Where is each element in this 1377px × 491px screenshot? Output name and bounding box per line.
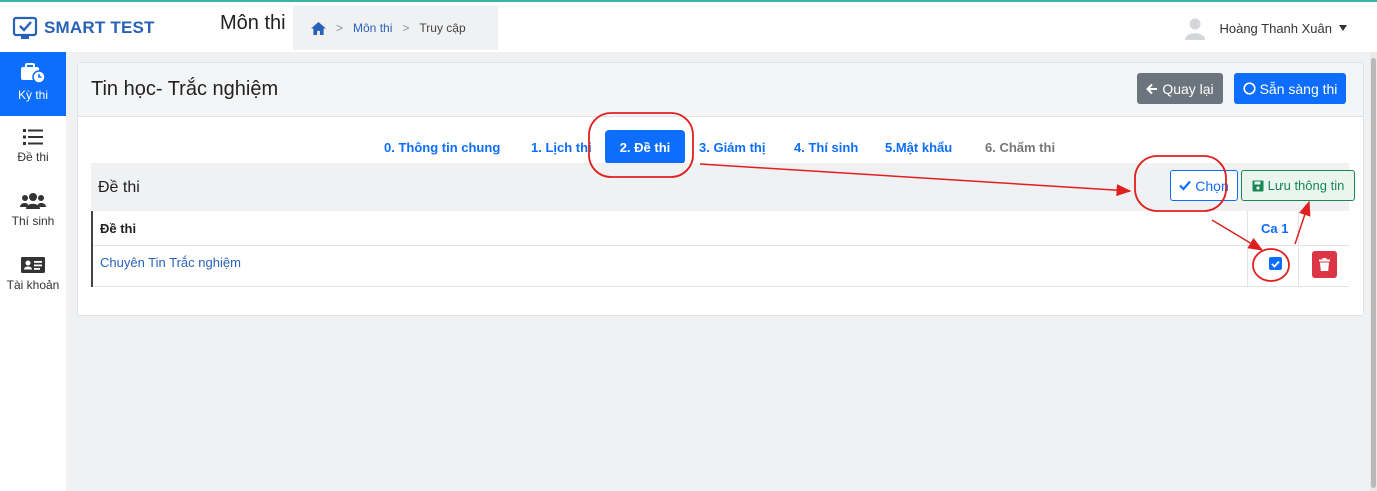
logo-text: SMART TEST <box>44 18 155 37</box>
save-button-label: Lưu thông tin <box>1267 178 1345 193</box>
tab-thong-tin-chung[interactable]: 0. Thông tin chung <box>384 130 500 164</box>
sidebar-item-ky-thi[interactable]: Kỳ thi <box>0 52 66 116</box>
sidebar-item-thi-sinh[interactable]: Thí sinh <box>0 182 66 246</box>
card-header: Tin học- Trắc nghiệm Quay lại Sẵn sàng t… <box>78 63 1363 117</box>
sidebar-item-label: Thí sinh <box>11 214 55 228</box>
column-header-exam: Đề thi <box>100 221 137 236</box>
sidebar: Kỳ thi Đề thi Thí sinh Tài khoản <box>0 52 66 491</box>
save-info-button[interactable]: Lưu thông tin <box>1241 170 1355 201</box>
back-button[interactable]: Quay lại <box>1137 73 1223 104</box>
exam-link[interactable]: Chuyên Tin Trắc nghiệm <box>100 255 241 270</box>
back-button-label: Quay lại <box>1162 80 1214 97</box>
tab-bar: 0. Thông tin chung 1. Lịch thi 2. Đề thi… <box>78 130 1363 166</box>
choose-button[interactable]: Chọn <box>1170 170 1238 201</box>
briefcase-clock-icon <box>21 63 46 84</box>
check-icon <box>1179 180 1192 191</box>
tab-lich-thi[interactable]: 1. Lịch thi <box>531 130 592 164</box>
page-heading: Môn thi <box>220 12 286 34</box>
breadcrumb-separator-icon: > <box>402 21 410 35</box>
column-header-shift: Ca 1 <box>1261 221 1289 236</box>
checkmark-icon <box>1271 260 1280 268</box>
table-row: Chuyên Tin Trắc nghiệm <box>93 245 1349 287</box>
user-name: Hoàng Thanh Xuân <box>1219 20 1332 36</box>
id-card-icon <box>21 257 45 273</box>
top-header: SMART TEST Môn thi > Môn thi > Truy cập … <box>0 2 1377 52</box>
card-title: Tin học- Trắc nghiệm <box>91 78 279 100</box>
breadcrumb: > Môn thi > Truy cập <box>293 6 498 50</box>
table-header-row: Đề thi Ca 1 <box>93 211 1349 246</box>
ready-button-label: Sẵn sàng thi <box>1259 80 1338 97</box>
breadcrumb-separator-icon: > <box>336 21 344 35</box>
sidebar-item-tai-khoan[interactable]: Tài khoản <box>0 246 66 310</box>
exam-panel-header: Đề thi Chọn Lưu thông tin <box>91 163 1355 211</box>
save-icon <box>1252 180 1264 191</box>
tab-cham-thi[interactable]: 6. Chấm thi <box>985 130 1055 164</box>
tab-thi-sinh[interactable]: 4. Thí sinh <box>794 130 858 164</box>
column-divider <box>1298 211 1299 287</box>
exam-card: Tin học- Trắc nghiệm Quay lại Sẵn sàng t… <box>77 62 1364 316</box>
breadcrumb-link[interactable]: Môn thi <box>353 21 392 35</box>
sidebar-item-de-thi[interactable]: Đề thi <box>0 118 66 182</box>
app-logo[interactable]: SMART TEST <box>12 14 155 42</box>
logo-icon <box>12 16 38 39</box>
sidebar-item-label: Đề thi <box>17 150 49 164</box>
choose-button-label: Chọn <box>1195 177 1229 194</box>
avatar-icon <box>1185 18 1206 40</box>
scrollbar-thumb[interactable] <box>1371 58 1376 488</box>
tab-de-thi[interactable]: 2. Đề thi <box>605 130 685 164</box>
sidebar-item-label: Kỳ thi <box>17 88 48 102</box>
ready-button[interactable]: Sẵn sàng thi <box>1234 73 1346 104</box>
panel-title: Đề thi <box>98 179 140 196</box>
column-divider <box>1247 211 1248 287</box>
shift-checkbox[interactable] <box>1269 257 1282 270</box>
circle-icon <box>1242 82 1256 95</box>
delete-button[interactable] <box>1312 251 1337 278</box>
arrow-left-icon <box>1146 83 1158 94</box>
caret-down-icon <box>1339 25 1347 31</box>
tab-mat-khau[interactable]: 5.Mật khẩu <box>885 130 952 164</box>
trash-icon <box>1319 258 1330 271</box>
tab-giam-thi[interactable]: 3. Giám thị <box>699 130 765 164</box>
breadcrumb-current: Truy cập <box>419 21 466 35</box>
exam-table: Đề thi Ca 1 Chuyên Tin Trắc nghiệm <box>91 211 1351 287</box>
user-menu[interactable]: Hoàng Thanh Xuân <box>1185 16 1347 40</box>
list-icon <box>23 129 43 145</box>
sidebar-item-label: Tài khoản <box>6 278 60 292</box>
home-icon[interactable] <box>311 21 326 35</box>
users-icon <box>20 193 46 209</box>
